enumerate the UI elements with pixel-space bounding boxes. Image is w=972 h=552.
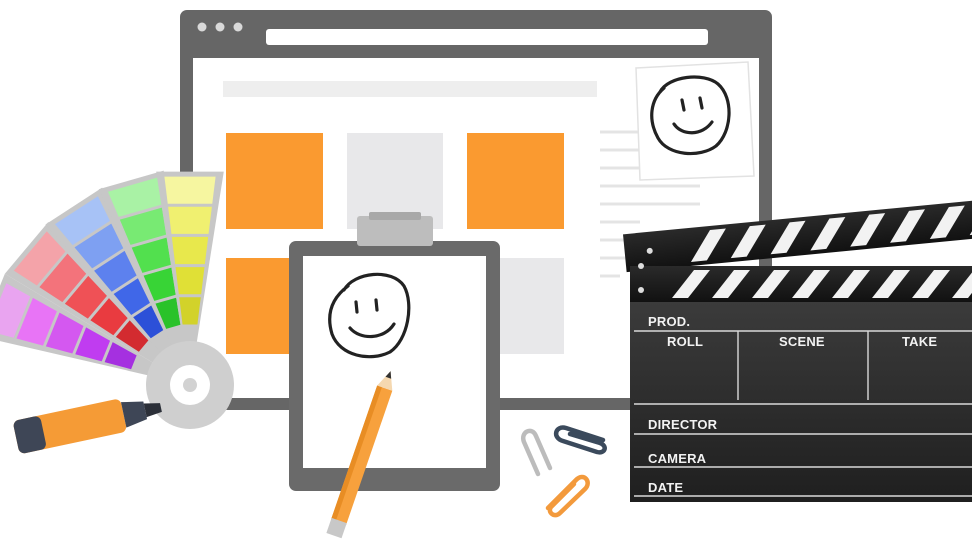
clipboard-icon <box>289 212 500 491</box>
slate-label-take: TAKE <box>902 334 937 349</box>
swatch-color-cell <box>175 267 205 295</box>
clapperboard: PROD. ROLL SCENE TAKE DIRECTOR CAMERA DA… <box>622 199 972 502</box>
swatch-color-cell <box>164 176 216 204</box>
paper-clip-gray <box>520 428 553 477</box>
swatch-color-cell <box>168 206 212 234</box>
swatch-color-cell <box>171 236 209 265</box>
slate-label-scene: SCENE <box>779 334 825 349</box>
slate-label-date: DATE <box>648 480 683 495</box>
clipboard-clip <box>357 216 433 246</box>
slate-label-roll: ROLL <box>667 334 703 349</box>
paper-clip-icon <box>520 425 607 518</box>
color-swatch-fan <box>0 170 234 429</box>
illustration-scene: PROD. ROLL SCENE TAKE DIRECTOR CAMERA DA… <box>0 10 972 539</box>
highlighter-icon <box>13 399 162 454</box>
paper-clip-dark <box>553 425 607 455</box>
swatch-pivot <box>146 341 234 429</box>
sticky-note <box>635 61 755 181</box>
address-bar <box>266 29 708 45</box>
content-tile-orange-1 <box>226 133 323 229</box>
window-dot-1 <box>197 22 207 32</box>
swatch-color-cell <box>179 297 201 325</box>
window-dot-2 <box>215 22 225 32</box>
clapper-bottom-stick <box>630 263 972 302</box>
slate-label-director: DIRECTOR <box>648 417 718 432</box>
slate-label-prod: PROD. <box>648 314 690 329</box>
slate-label-camera: CAMERA <box>648 451 707 466</box>
content-tile-orange-2 <box>467 133 564 229</box>
clapper-slate <box>630 302 972 502</box>
header-bar <box>223 81 597 97</box>
paper-clip-orange <box>545 474 590 518</box>
window-dot-3 <box>233 22 243 32</box>
clipboard-paper <box>303 256 486 468</box>
